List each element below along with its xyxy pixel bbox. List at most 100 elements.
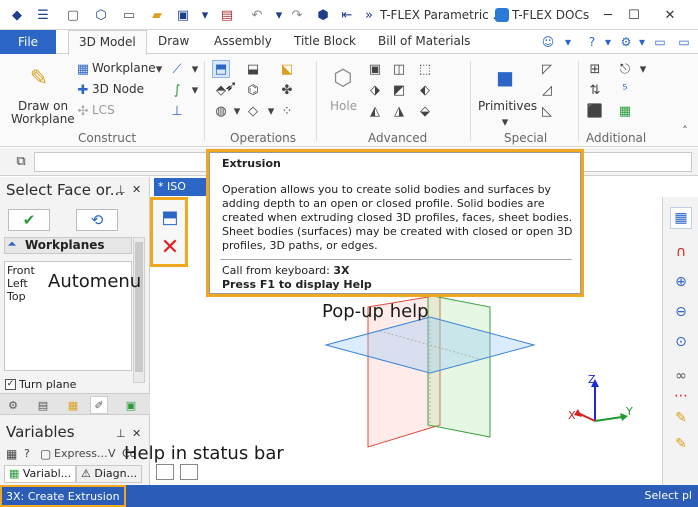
docs-app-name[interactable]: T-FLEX DOCs: [512, 8, 589, 22]
dimension-icon[interactable]: ⇅: [586, 81, 604, 99]
hole-icon[interactable]: ⬡: [326, 61, 360, 95]
mesh-icon[interactable]: ◺: [538, 102, 556, 120]
variables-column-value[interactable]: V: [108, 447, 116, 460]
rib-icon[interactable]: ⬗: [366, 81, 384, 99]
bend-icon[interactable]: ◮: [390, 102, 408, 120]
list-item[interactable]: Front: [7, 264, 35, 277]
tab-3d-model[interactable]: 3D Model: [68, 30, 147, 55]
pin-icon[interactable]: ⊥: [116, 427, 126, 440]
variables-help-button[interactable]: ?: [24, 447, 30, 460]
magnet-icon[interactable]: ∩: [670, 241, 692, 263]
attach-icon[interactable]: ⎋: [616, 60, 634, 78]
ribbon-collapse-icon[interactable]: ▭: [676, 34, 692, 50]
spline-menu-icon[interactable]: ▾: [186, 81, 204, 99]
flange-icon[interactable]: ◭: [366, 102, 384, 120]
loft-icon[interactable]: ⬘: [212, 81, 230, 99]
lcs-button[interactable]: LCS: [92, 103, 115, 117]
new-document-icon[interactable]: ▢: [64, 6, 82, 24]
panel-close-icon[interactable]: ✕: [132, 427, 141, 440]
turn-plane-checkbox[interactable]: ✓: [5, 379, 16, 390]
maximize-icon[interactable]: ☐: [624, 5, 644, 25]
new-file-icon[interactable]: ▭: [120, 6, 138, 24]
draft-icon[interactable]: ◩: [390, 81, 408, 99]
path-menu-icon[interactable]: ▾: [186, 60, 204, 78]
ribbon-collapse-arrow-icon[interactable]: ˄: [676, 121, 694, 139]
split-view-icon[interactable]: [180, 464, 198, 480]
panel-close-icon[interactable]: ✕: [132, 183, 141, 196]
tab-assembly[interactable]: Assembly: [214, 34, 272, 48]
tab-variables[interactable]: ▦ Variabl...: [4, 465, 77, 483]
pattern-icon[interactable]: ⁘: [278, 102, 296, 120]
tab-file[interactable]: File: [0, 30, 56, 54]
open-3d-icon[interactable]: ⬡: [92, 6, 110, 24]
app-logo-icon[interactable]: ◆: [8, 6, 26, 24]
tab-image-icon[interactable]: ▣: [122, 396, 140, 414]
zoom-in-icon[interactable]: ⊕: [670, 271, 692, 293]
help-icon[interactable]: ?: [584, 34, 600, 50]
view-glasses-icon[interactable]: ∞: [670, 365, 692, 387]
close-icon[interactable]: ✕: [660, 5, 680, 25]
view-options-icon[interactable]: ⋯: [670, 385, 692, 407]
open-folder-icon[interactable]: ▰: [148, 6, 166, 24]
workplane-menu-icon[interactable]: ▾: [150, 60, 168, 78]
scrollbar-thumb[interactable]: [135, 242, 143, 372]
tab-diagnostics[interactable]: ⚠ Diagn...: [76, 465, 143, 483]
tab-model-tree-icon[interactable]: ⚙: [4, 396, 22, 414]
model-icon[interactable]: ⬢: [314, 6, 332, 24]
tab-library-icon[interactable]: ▦: [64, 396, 82, 414]
settings-gear-icon[interactable]: ⚙: [618, 34, 634, 50]
extrusion-icon[interactable]: ⬒: [212, 60, 230, 78]
measure-icon[interactable]: ⊞: [586, 60, 604, 78]
zoom-out-icon[interactable]: ⊖: [670, 301, 692, 323]
draw-on-workplane-label-2[interactable]: Workplane: [11, 112, 75, 126]
split-icon[interactable]: ⬚: [416, 60, 434, 78]
edit-pencil-icon[interactable]: ✎: [670, 433, 692, 455]
hole-button[interactable]: Hole: [330, 99, 357, 113]
spline-icon[interactable]: ∫: [168, 81, 186, 99]
single-view-icon[interactable]: [156, 464, 174, 480]
draw-on-workplane-icon[interactable]: ✎: [22, 61, 56, 95]
undo-icon[interactable]: ↶: [248, 6, 266, 24]
variables-icon[interactable]: ⁵: [616, 81, 634, 99]
primitives-icon[interactable]: ◼: [488, 61, 522, 95]
overflow-icon[interactable]: »: [360, 6, 378, 24]
print-icon[interactable]: ▤: [218, 6, 236, 24]
primitives-menu-icon[interactable]: ▾: [496, 113, 514, 131]
list-item[interactable]: Top: [7, 290, 26, 303]
node-icon[interactable]: ✚: [74, 81, 92, 99]
thread-icon[interactable]: ▣: [366, 60, 384, 78]
table-icon[interactable]: ▦: [616, 102, 634, 120]
document-tab[interactable]: * ISO: [154, 178, 210, 196]
workplane-icon[interactable]: ▦: [74, 60, 92, 78]
offset-icon[interactable]: ⬖: [416, 81, 434, 99]
draw-on-workplane-label-1[interactable]: Draw on: [18, 99, 68, 113]
tab-draw[interactable]: Draw: [158, 34, 189, 48]
copy-icon[interactable]: ⧉: [12, 152, 30, 170]
save-icon[interactable]: ▣: [174, 6, 192, 24]
patch-icon[interactable]: ◿: [538, 81, 556, 99]
lcs-icon[interactable]: ✣: [74, 102, 92, 120]
boolean-icon[interactable]: ⬕: [278, 60, 296, 78]
menu-icon[interactable]: ☰: [34, 6, 52, 24]
workplane-button[interactable]: Workplane: [92, 61, 156, 75]
surface-icon[interactable]: ◸: [538, 60, 556, 78]
refresh-button[interactable]: ⟲: [76, 209, 118, 231]
section-icon[interactable]: ⬛: [586, 102, 604, 120]
cancel-x-icon[interactable]: ✕: [157, 234, 183, 260]
tab-bill-of-materials[interactable]: Bill of Materials: [378, 34, 470, 48]
scrollbar[interactable]: [133, 237, 145, 383]
primitives-button[interactable]: Primitives: [478, 99, 537, 113]
collapse-chevron-icon[interactable]: ⏶: [8, 239, 16, 250]
tab-properties-icon[interactable]: ✐: [90, 396, 108, 414]
help-menu-icon[interactable]: ▾: [600, 34, 616, 50]
minimize-icon[interactable]: ─: [598, 5, 618, 25]
user-menu-icon[interactable]: ▾: [560, 34, 576, 50]
jump-icon[interactable]: ⇤: [338, 6, 356, 24]
3d-node-button[interactable]: 3D Node: [92, 82, 144, 96]
path-icon[interactable]: ⟋: [168, 60, 186, 78]
sweep-icon[interactable]: ⌬: [244, 81, 262, 99]
user-icon[interactable]: ☺: [540, 34, 556, 50]
spiral-icon[interactable]: ✤: [278, 81, 296, 99]
tab-list-icon[interactable]: ▤: [34, 396, 52, 414]
window-layout-icon[interactable]: ▭: [652, 34, 668, 50]
